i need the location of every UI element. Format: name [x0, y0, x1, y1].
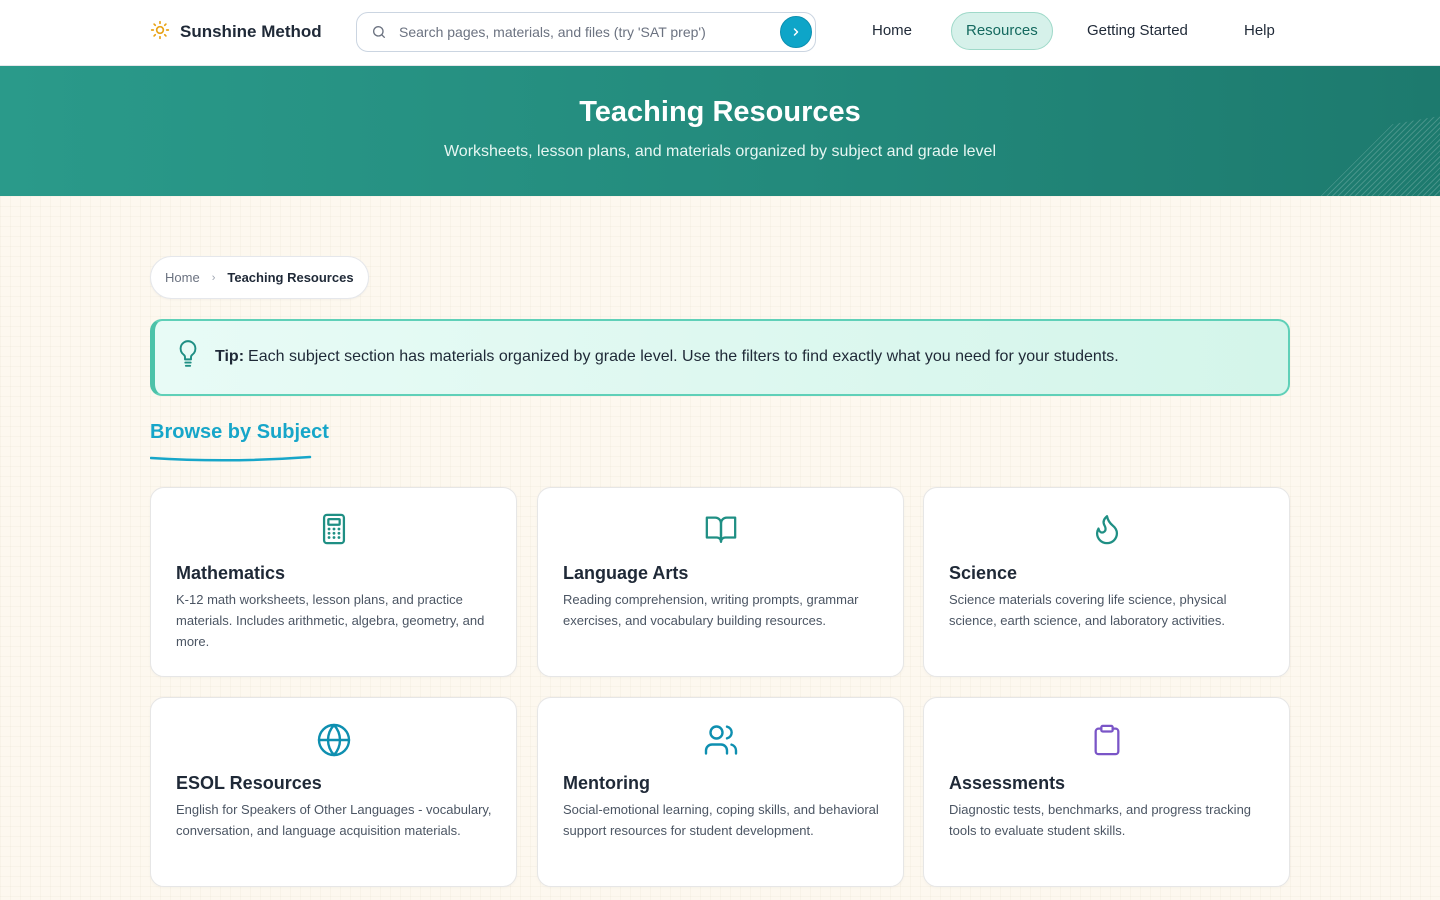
subject-card-assessments[interactable]: Assessments Diagnostic tests, benchmarks…: [923, 697, 1290, 887]
page-title: Teaching Resources: [579, 96, 861, 128]
flame-icon: [1090, 512, 1124, 551]
search-icon: [371, 24, 387, 40]
calculator-icon: [317, 512, 351, 551]
subject-card-description: Social-emotional learning, coping skills…: [563, 802, 879, 838]
subject-card-mathematics[interactable]: Mathematics K-12 math worksheets, lesson…: [150, 487, 517, 677]
book-open-icon: [703, 512, 739, 551]
nav-resources[interactable]: Resources: [951, 12, 1053, 50]
subject-card-mentoring[interactable]: Mentoring Social-emotional learning, cop…: [537, 697, 904, 887]
clipboard-icon: [1090, 722, 1124, 763]
top-navigation-bar: Sunshine Method Home Resources Getting S…: [0, 0, 1440, 66]
subject-card-description: Reading comprehension, writing prompts, …: [563, 592, 859, 628]
brand-logo[interactable]: Sunshine Method: [150, 20, 322, 44]
section-title: Browse by Subject: [150, 421, 329, 443]
subject-card-description: K-12 math worksheets, lesson plans, and …: [176, 592, 485, 649]
tip-text: Tip: Each subject section has materials o…: [215, 348, 1119, 366]
subject-card-science[interactable]: Science Science materials covering life …: [923, 487, 1290, 677]
subject-card-esol-resources[interactable]: ESOL Resources English for Speakers of O…: [150, 697, 517, 887]
search-submit-button[interactable]: [780, 16, 812, 48]
breadcrumb: Home › Teaching Resources: [150, 256, 369, 299]
subject-card-title: ESOL Resources: [176, 773, 322, 793]
subject-card-title: Language Arts: [563, 563, 689, 583]
subject-card-description: Science materials covering life science,…: [949, 592, 1227, 628]
users-icon: [703, 722, 739, 763]
section-title-underline: [150, 455, 312, 462]
subject-card-title: Mentoring: [563, 773, 650, 793]
tip-label: Tip:: [215, 348, 245, 365]
chevron-right-icon: [793, 28, 799, 36]
page-subtitle: Worksheets, lesson plans, and materials …: [443, 143, 996, 160]
subject-card-language-arts[interactable]: Language Arts Reading comprehension, wri…: [537, 487, 904, 677]
lightbulb-icon: [175, 339, 201, 374]
hero-banner: Teaching Resources Worksheets, lesson pl…: [0, 66, 1440, 196]
nav-getting-started[interactable]: Getting Started: [1073, 12, 1202, 50]
subject-card-description: English for Speakers of Other Languages …: [176, 802, 492, 838]
globe-icon: [316, 722, 352, 763]
subject-card-title: Mathematics: [176, 563, 286, 583]
tip-callout: Tip: Each subject section has materials o…: [150, 319, 1290, 396]
nav-help[interactable]: Help: [1230, 12, 1289, 50]
tip-body: Each subject section has materials organ…: [248, 348, 1119, 365]
chevron-right-icon: ›: [211, 271, 216, 284]
subject-card-title: Science: [949, 563, 1018, 583]
nav-home[interactable]: Home: [858, 12, 926, 50]
search-input[interactable]: [399, 24, 769, 40]
breadcrumb-home-link[interactable]: Home: [165, 270, 200, 285]
subject-card-description: Diagnostic tests, benchmarks, and progre…: [949, 802, 1252, 838]
breadcrumb-current: Teaching Resources: [227, 270, 354, 285]
subject-card-title: Assessments: [949, 773, 1066, 793]
brand-name: Sunshine Method: [180, 22, 322, 41]
search-bar: [356, 12, 816, 52]
sun-icon: [150, 20, 170, 45]
